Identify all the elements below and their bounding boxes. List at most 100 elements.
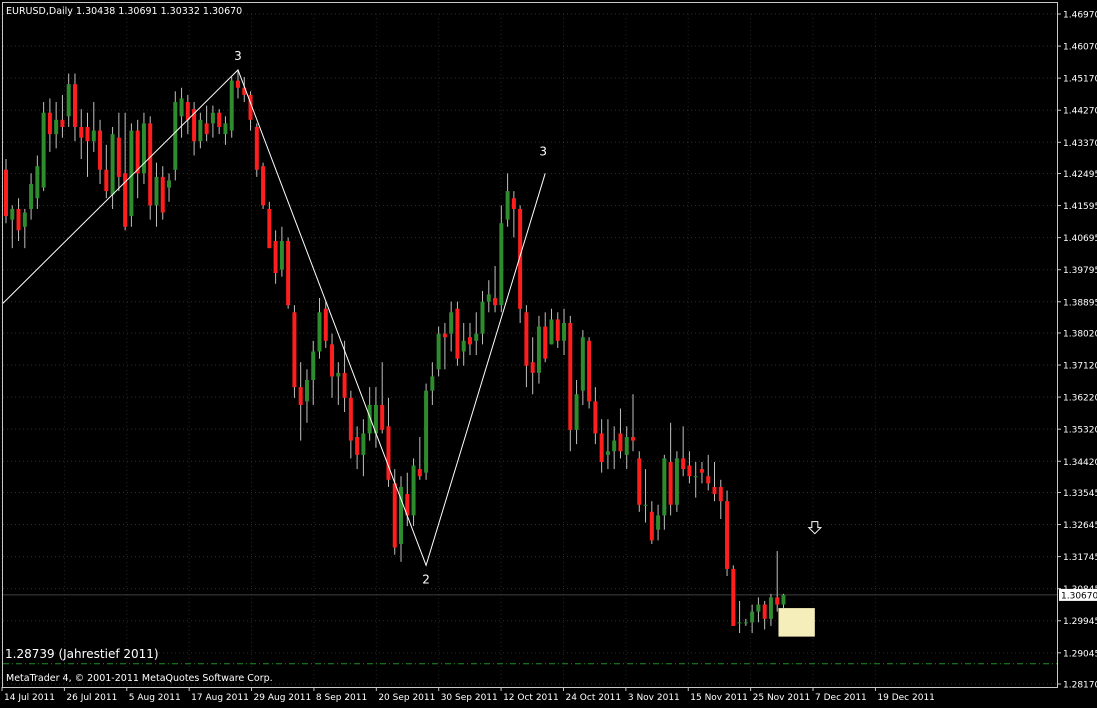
candle-body xyxy=(104,169,109,192)
candle xyxy=(41,102,46,192)
ohlc-label: 1.30438 1.30691 1.30332 1.30670 xyxy=(76,6,242,17)
candle-body xyxy=(173,102,178,170)
candle-body xyxy=(342,372,347,398)
candle-body xyxy=(480,301,485,334)
candle-body xyxy=(210,112,215,124)
candle-body xyxy=(229,80,234,131)
candle-body xyxy=(511,198,516,209)
candle-body xyxy=(631,437,635,441)
candle-body xyxy=(593,401,598,434)
candle-body xyxy=(72,84,77,127)
candle-body xyxy=(54,119,59,135)
candle-body xyxy=(587,340,592,402)
candle-body xyxy=(706,476,711,484)
candle-body xyxy=(254,126,259,170)
current-price-label: 1.30670 xyxy=(1061,591,1097,601)
candle-body xyxy=(743,622,748,624)
candle-body xyxy=(436,333,441,370)
candle-body xyxy=(47,112,52,135)
candle xyxy=(674,451,679,512)
candle-body xyxy=(424,390,429,473)
candle-body xyxy=(116,137,121,177)
y-tick-label: 1.40695 xyxy=(1063,234,1097,244)
candle-body xyxy=(555,319,560,341)
candle-body xyxy=(699,469,704,473)
candle-body xyxy=(536,326,541,373)
highlight-box xyxy=(778,608,815,637)
candle-body xyxy=(781,594,786,605)
candle xyxy=(148,116,153,220)
candle-body xyxy=(775,597,780,605)
year-low-annotation: 1.28739 (Jahrestief 2011) xyxy=(5,647,159,661)
candle-body xyxy=(505,191,510,220)
candle xyxy=(292,305,297,398)
candle-body xyxy=(668,461,673,505)
candle-body xyxy=(493,298,498,306)
y-tick-label: 1.46070 xyxy=(1063,43,1097,53)
wave-label: 3 xyxy=(234,49,242,63)
candle-body xyxy=(411,465,416,516)
x-tick-label: 3 Nov 2011 xyxy=(628,693,680,703)
candle-body xyxy=(524,312,529,366)
candle-body xyxy=(304,380,309,402)
candle-body xyxy=(160,176,165,213)
candle-body xyxy=(549,319,554,345)
candle-body xyxy=(348,397,353,441)
candle-body xyxy=(618,433,623,452)
candle-body xyxy=(762,604,767,619)
candle-body xyxy=(449,312,454,334)
x-tick-label: 19 Dec 2011 xyxy=(877,693,935,703)
price-chart[interactable]: 3 2 3 1.46970 1.46070 1.45170 1.44270 1.43370 1… xyxy=(0,0,1097,704)
x-tick-label: 17 Aug 2011 xyxy=(191,693,249,703)
x-tick-label: 24 Oct 2011 xyxy=(565,693,621,703)
candle-body xyxy=(286,241,291,306)
y-tick-label: 1.32645 xyxy=(1063,521,1097,531)
candle-body xyxy=(712,486,717,495)
candle-body xyxy=(355,437,360,455)
candle-body xyxy=(624,437,629,455)
candle-body xyxy=(718,486,723,502)
candle xyxy=(286,237,291,309)
candle-body xyxy=(386,426,391,480)
candle xyxy=(637,451,642,512)
candle-body xyxy=(430,376,435,391)
candle-body xyxy=(198,119,203,142)
y-tick-label: 1.31745 xyxy=(1063,553,1097,563)
candle-body xyxy=(154,176,159,206)
candle-body xyxy=(98,130,103,170)
x-tick-label: 8 Sep 2011 xyxy=(316,693,367,703)
candle-body xyxy=(10,208,15,220)
y-tick-label: 1.28170 xyxy=(1063,681,1097,691)
candle-body xyxy=(543,326,548,359)
candle-body xyxy=(129,130,134,217)
y-tick-label: 1.42495 xyxy=(1063,170,1097,180)
candle-body xyxy=(279,241,284,270)
candle-body xyxy=(750,611,755,623)
candle-body xyxy=(499,223,504,306)
candle-body xyxy=(85,126,90,142)
x-tick-label: 25 Nov 2011 xyxy=(753,693,811,703)
candle-body xyxy=(562,322,567,341)
candle-body xyxy=(461,340,466,352)
x-tick-label: 5 Aug 2011 xyxy=(129,693,181,703)
candle-body xyxy=(292,312,297,388)
candle-body xyxy=(693,476,698,478)
candle-body xyxy=(317,312,322,352)
candle xyxy=(261,162,266,209)
candle-body xyxy=(467,337,472,345)
candle-body xyxy=(135,130,140,174)
candle-body xyxy=(41,112,46,188)
x-tick-label: 12 Oct 2011 xyxy=(503,693,559,703)
candle xyxy=(141,112,146,184)
candle-body xyxy=(605,451,610,455)
candle-body xyxy=(330,344,335,377)
copyright-label: MetaTrader 4, © 2001-2011 MetaQuotes Sof… xyxy=(6,673,273,684)
y-tick-label: 1.43370 xyxy=(1063,139,1097,149)
candle xyxy=(725,490,730,577)
candle-body xyxy=(29,183,34,209)
candle xyxy=(436,326,441,377)
candle-body xyxy=(656,515,661,530)
chart-window[interactable]: 3 2 3 1.46970 1.46070 1.45170 1.44270 1.43370 1… xyxy=(0,0,1097,704)
candle-body xyxy=(16,208,21,231)
x-tick-label: 20 Sep 2011 xyxy=(378,693,435,703)
